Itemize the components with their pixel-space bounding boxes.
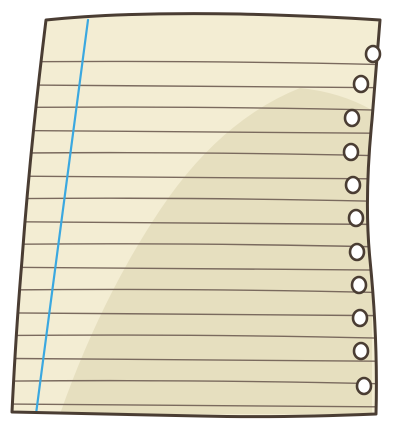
binder-hole: [343, 108, 361, 128]
binder-hole: [364, 44, 382, 64]
binder-hole: [344, 175, 362, 195]
binder-hole: [352, 341, 370, 361]
binder-hole: [350, 275, 368, 295]
binder-hole: [352, 74, 370, 94]
illustration-stage: [0, 0, 400, 430]
binder-hole: [342, 142, 360, 162]
lined-paper-illustration: [10, 12, 382, 419]
binder-hole: [351, 308, 369, 328]
binder-hole: [355, 376, 373, 396]
binder-hole: [348, 242, 366, 262]
binder-hole: [347, 208, 365, 228]
